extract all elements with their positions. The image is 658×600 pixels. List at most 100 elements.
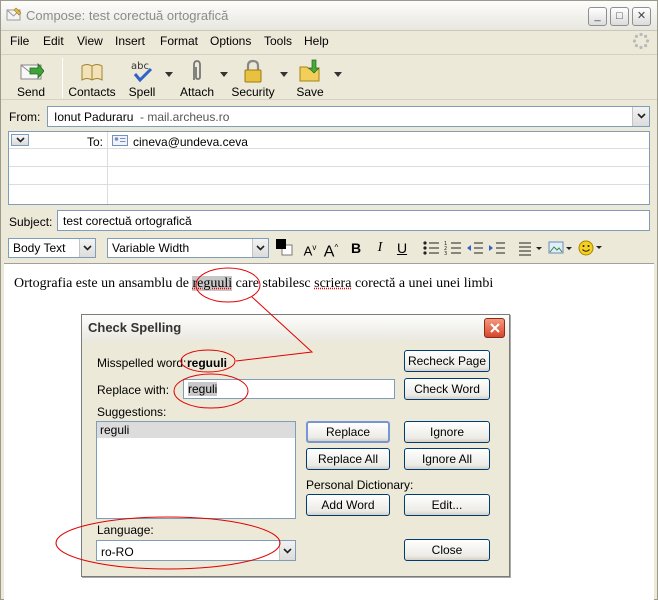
edit-dictionary-button[interactable]: Edit...: [404, 494, 490, 516]
attach-button[interactable]: Attach: [178, 56, 216, 100]
suggestion-item[interactable]: reguli: [97, 422, 295, 438]
paragraph-style-select[interactable]: Body Text: [8, 238, 96, 258]
ignore-button[interactable]: Ignore: [404, 421, 490, 443]
outdent-icon[interactable]: [466, 240, 484, 256]
close-dialog-button[interactable]: Close: [404, 539, 490, 561]
recipient-type-dropdown[interactable]: [11, 134, 29, 146]
misspelled-word-value: reguuli: [187, 356, 228, 370]
chevron-down-icon: [256, 245, 265, 251]
recipient-row-divider: [9, 166, 649, 167]
smiley-icon[interactable]: [578, 239, 604, 257]
personal-dictionary-label: Personal Dictionary:: [306, 478, 414, 492]
address-card-icon: [112, 135, 128, 146]
send-icon: [20, 62, 44, 80]
replace-with-label: Replace with:: [97, 383, 170, 397]
spell-label: Spell: [128, 85, 156, 99]
body-text-middle: care stabilesc: [232, 276, 315, 291]
font-value: Variable Width: [112, 241, 190, 255]
ignore-all-button[interactable]: Ignore All: [404, 448, 490, 470]
recipients-list[interactable]: [8, 131, 650, 205]
larger-text-button[interactable]: A^: [322, 238, 340, 260]
from-account-select[interactable]: [47, 106, 650, 127]
save-dropdown-arrow-icon[interactable]: [334, 72, 342, 78]
replace-button[interactable]: Replace: [306, 421, 390, 443]
save-button[interactable]: Save: [292, 56, 328, 100]
close-window-button[interactable]: ✕: [632, 7, 651, 26]
chevron-down-icon: [16, 137, 25, 143]
from-account: - mail.archeus.ro: [140, 110, 230, 124]
replace-all-button[interactable]: Replace All: [306, 448, 390, 470]
bulleted-list-icon[interactable]: [422, 240, 440, 256]
language-select[interactable]: ro-RO: [96, 540, 296, 561]
message-body-text[interactable]: Ortografia este un ansamblu de reguuli c…: [14, 276, 493, 292]
language-value: ro-RO: [101, 545, 134, 559]
save-label: Save: [296, 85, 324, 99]
misspelled-word-highlight: reguuli: [192, 276, 233, 291]
body-text-after: corectă a unei unei limbi: [351, 276, 494, 291]
paragraph-style-value: Body Text: [13, 241, 66, 255]
suggestions-label: Suggestions:: [97, 405, 167, 419]
contacts-button[interactable]: Contacts: [68, 56, 116, 100]
body-text-before: Ortografia este un ansamblu de: [14, 276, 193, 291]
svg-text:abc: abc: [131, 61, 149, 72]
alignment-icon[interactable]: [518, 240, 544, 256]
recipient-row-divider: [9, 184, 649, 185]
attach-label: Attach: [179, 85, 215, 99]
recipient-address[interactable]: cineva@undeva.ceva: [133, 135, 248, 149]
maximize-button[interactable]: □: [610, 7, 629, 26]
security-button[interactable]: Security: [230, 56, 276, 100]
text-color-icon[interactable]: [275, 238, 293, 258]
font-dropdown[interactable]: [252, 239, 268, 257]
close-icon: [490, 323, 500, 333]
dialog-close-button[interactable]: [484, 318, 505, 338]
replace-with-value: reguli: [188, 382, 218, 396]
menu-tools[interactable]: Tools: [264, 34, 292, 48]
italic-button[interactable]: I: [373, 238, 387, 258]
subject-input[interactable]: test corectuă ortografică: [57, 210, 650, 231]
chevron-down-icon: [283, 548, 292, 554]
security-dropdown-arrow-icon[interactable]: [280, 72, 288, 78]
svg-text:3: 3: [444, 251, 447, 256]
add-word-button[interactable]: Add Word: [306, 494, 390, 516]
recipient-row-divider: [9, 148, 649, 149]
recheck-page-button[interactable]: Recheck Page: [404, 350, 490, 372]
security-label: Security: [231, 85, 275, 99]
from-label: From:: [9, 110, 41, 124]
language-dropdown[interactable]: [279, 541, 295, 560]
subject-label: Subject:: [9, 215, 53, 229]
insert-image-icon[interactable]: [548, 240, 574, 256]
send-button[interactable]: Send: [10, 56, 52, 100]
from-name: Ionut Paduraru: [54, 110, 134, 124]
replace-with-input[interactable]: reguli: [183, 379, 395, 399]
check-word-button[interactable]: Check Word: [404, 378, 490, 400]
bold-button[interactable]: B: [348, 238, 364, 258]
spell-button[interactable]: abc Spell: [124, 56, 160, 100]
paperclip-icon: [193, 60, 201, 80]
chevron-down-icon: [637, 113, 646, 119]
padlock-icon: [244, 59, 262, 83]
recipient-type-label: To:: [87, 135, 104, 149]
smaller-text-button[interactable]: Av: [302, 238, 318, 258]
from-dropdown-button[interactable]: [632, 107, 649, 126]
indent-icon[interactable]: [488, 240, 506, 256]
save-folder-icon: [299, 59, 320, 82]
underline-button[interactable]: U: [394, 238, 410, 258]
menu-file[interactable]: File: [10, 34, 29, 48]
menu-edit[interactable]: Edit: [43, 34, 64, 48]
attach-dropdown-arrow-icon[interactable]: [220, 72, 228, 78]
paragraph-style-dropdown[interactable]: [79, 239, 95, 257]
activity-throbber-icon: [632, 32, 650, 50]
spell-dropdown-arrow-icon[interactable]: [165, 72, 173, 78]
compose-envelope-icon: [6, 7, 22, 21]
menu-insert[interactable]: Insert: [115, 34, 145, 48]
menu-options[interactable]: Options: [210, 34, 251, 48]
misspelled-word-label: Misspelled word:: [97, 356, 187, 370]
send-label: Send: [16, 85, 46, 99]
minimize-button[interactable]: _: [588, 7, 607, 26]
menu-help[interactable]: Help: [304, 34, 329, 48]
toolbar-separator: [62, 58, 63, 98]
numbered-list-icon[interactable]: 123: [444, 240, 462, 256]
menu-format[interactable]: Format: [160, 34, 198, 48]
font-select[interactable]: Variable Width: [107, 238, 269, 258]
menu-view[interactable]: View: [77, 34, 103, 48]
